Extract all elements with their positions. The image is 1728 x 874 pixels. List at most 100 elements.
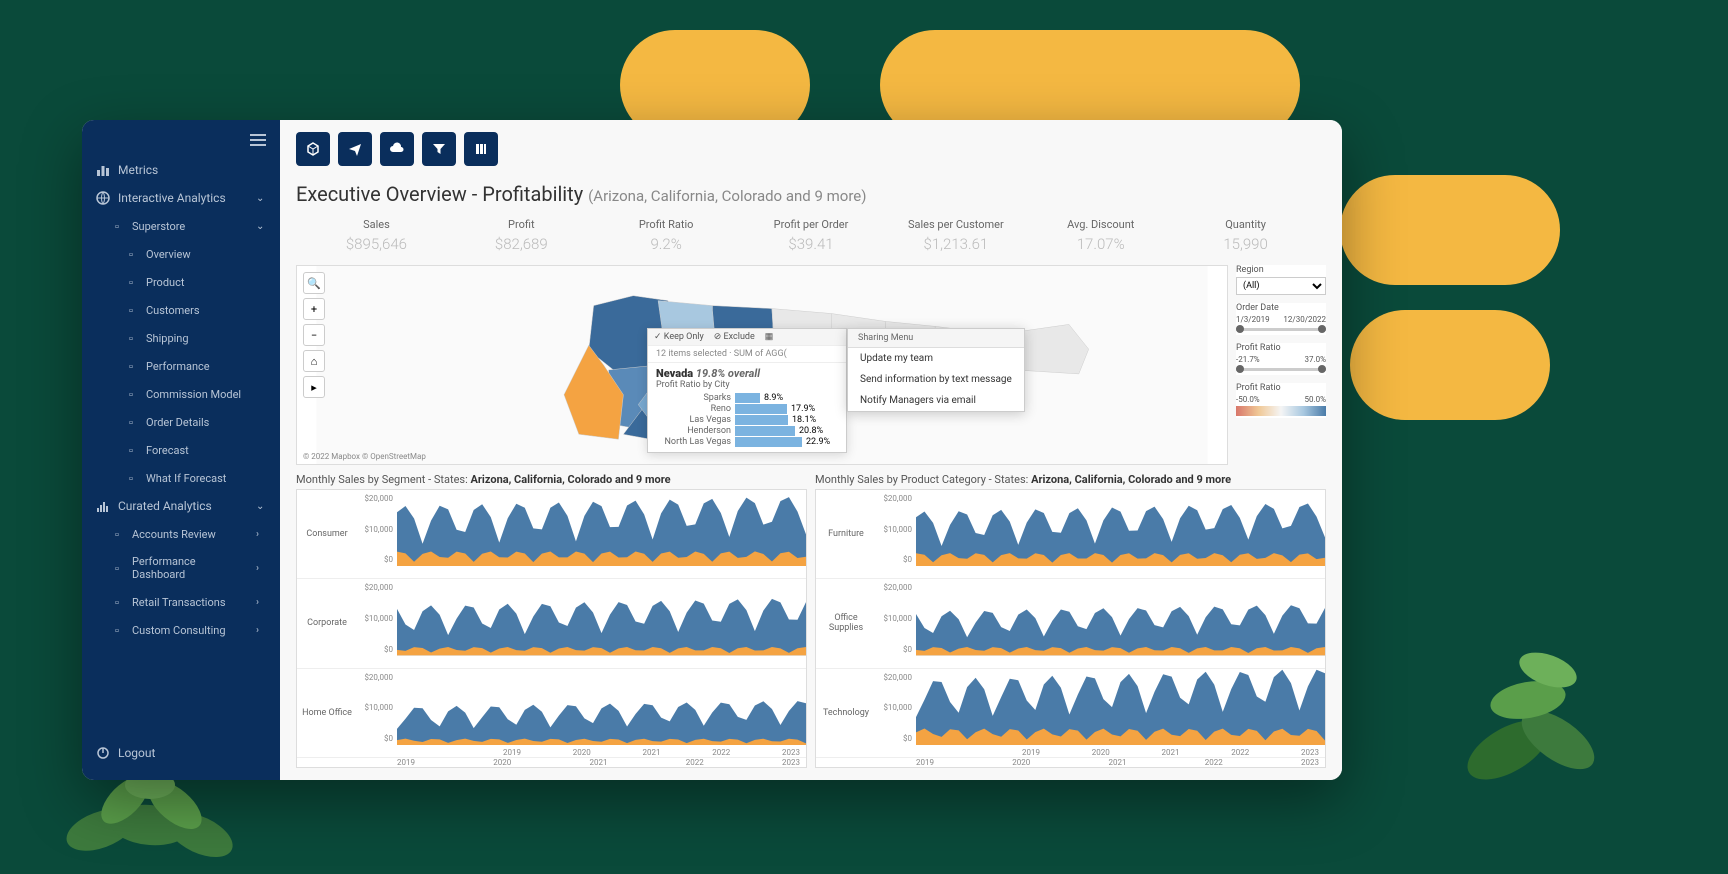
segment-charts: Monthly Sales by Segment - States: Arizo… xyxy=(296,473,807,768)
sharing-option[interactable]: Notify Managers via email xyxy=(848,390,1024,411)
page-title: Executive Overview - Profitability (Ariz… xyxy=(296,182,1326,206)
folder-icon: ▫ xyxy=(110,219,124,233)
kpi-row: Sales$895,646Profit$82,689Profit Ratio 9.… xyxy=(296,214,1326,257)
filter-button[interactable] xyxy=(422,132,456,166)
kpi-profit: Profit$82,689 xyxy=(449,218,594,253)
logout-label: Logout xyxy=(118,746,155,760)
y-axis: $20,000$10,000$0 xyxy=(876,669,916,757)
chevron-right-icon: › xyxy=(256,597,266,608)
cube-button[interactable] xyxy=(296,132,330,166)
nav-performance-dashboard[interactable]: ▫Performance Dashboard› xyxy=(82,548,280,588)
color-legend xyxy=(1236,406,1326,416)
area-chart: 20192020202120222023 xyxy=(397,669,806,757)
nav-accounts-review[interactable]: ▫Accounts Review› xyxy=(82,520,280,548)
map-panel[interactable]: 🔍 + − ⌂ ▸ xyxy=(296,265,1228,465)
x-axis: 20192020202120222023 xyxy=(816,758,1325,767)
y-axis: $20,000$10,000$0 xyxy=(876,579,916,667)
nav-interactive-analytics[interactable]: Interactive Analytics ⌄ xyxy=(82,184,280,212)
nav-performance[interactable]: ▫Performance xyxy=(82,352,280,380)
kpi-sales: Sales$895,646 xyxy=(304,218,449,253)
nav-label: Commission Model xyxy=(146,388,266,401)
nav-shipping[interactable]: ▫Shipping xyxy=(82,324,280,352)
nav-what-if-forecast[interactable]: ▫What If Forecast xyxy=(82,464,280,492)
order-date-label: Order Date xyxy=(1236,303,1326,313)
nav-superstore[interactable]: ▫ Superstore ⌄ xyxy=(82,212,280,240)
nav-overview[interactable]: ▫Overview xyxy=(82,240,280,268)
nav-label: Performance Dashboard xyxy=(132,555,248,581)
region-select[interactable]: (All) xyxy=(1236,277,1326,295)
sharing-option[interactable]: Send information by text message xyxy=(848,369,1024,390)
nav-commission-model[interactable]: ▫ Commission Model xyxy=(82,380,280,408)
sheet-icon: ▫ xyxy=(110,623,124,637)
tooltip-subtitle: Profit Ratio by City xyxy=(656,380,838,390)
nav-label: Curated Analytics xyxy=(118,499,248,513)
expand-button[interactable]: ▸ xyxy=(303,376,325,398)
app-window: Metrics Interactive Analytics ⌄ ▫ Supers… xyxy=(82,120,1342,780)
nav-product[interactable]: ▫Product xyxy=(82,268,280,296)
chevron-down-icon: ⌄ xyxy=(256,193,266,204)
chart-title-left: Monthly Sales by Segment - States: Arizo… xyxy=(296,473,807,486)
grid-icon[interactable]: ▦ xyxy=(765,332,774,342)
chart-panel-home-office: Home Office$20,000$10,000$02019202020212… xyxy=(297,669,806,758)
filters-panel: Region (All) Order Date 1/3/201912/30/20… xyxy=(1236,265,1326,465)
x-axis: 20192020202120222023 xyxy=(297,758,806,767)
cloud-button[interactable] xyxy=(380,132,414,166)
chevron-down-icon: ⌄ xyxy=(256,501,266,512)
profit-ratio-label: Profit Ratio xyxy=(1236,343,1326,353)
kpi-value: 15,990 xyxy=(1173,235,1318,253)
nav-label: Order Details xyxy=(146,416,266,429)
menu-toggle-icon[interactable] xyxy=(250,134,266,146)
chevron-down-icon: ⌄ xyxy=(256,221,266,232)
send-button[interactable] xyxy=(338,132,372,166)
map-attribution: © 2022 Mapbox © OpenStreetMap xyxy=(303,452,426,461)
kpi-quantity: Quantity15,990 xyxy=(1173,218,1318,253)
kpi-label: Profit Ratio xyxy=(594,218,739,231)
chevron-right-icon: › xyxy=(256,529,266,540)
chart-panel-corporate: Corporate$20,000$10,000$0 xyxy=(297,579,806,668)
chart-title-right: Monthly Sales by Product Category - Stat… xyxy=(815,473,1326,486)
x-axis: 20192020202120222023 xyxy=(1016,748,1325,757)
area-chart xyxy=(916,579,1325,667)
nav-customers[interactable]: ▫Customers xyxy=(82,296,280,324)
ratio-slider[interactable] xyxy=(1236,368,1326,371)
zoom-out-button[interactable]: − xyxy=(303,324,325,346)
panel-label: Corporate xyxy=(297,579,357,667)
panel-label: Consumer xyxy=(297,490,357,578)
sheet-icon: ▫ xyxy=(110,527,124,541)
kpi-avg.-discount: Avg. Discount17.07% xyxy=(1028,218,1173,253)
sidebar: Metrics Interactive Analytics ⌄ ▫ Supers… xyxy=(82,120,280,780)
nav-label: Performance xyxy=(146,360,266,373)
date-slider[interactable] xyxy=(1236,328,1326,331)
chart-icon xyxy=(96,499,110,513)
search-button[interactable]: 🔍 xyxy=(303,272,325,294)
nav-forecast[interactable]: ▫Forecast xyxy=(82,436,280,464)
kpi-label: Profit xyxy=(449,218,594,231)
sheet-icon: ▫ xyxy=(124,275,138,289)
exclude-button[interactable]: ⊘ Exclude xyxy=(714,332,755,342)
kpi-sales-per-customer: Sales per Customer$1,213.61 xyxy=(883,218,1028,253)
nav-label: Customers xyxy=(146,304,266,317)
logout-button[interactable]: Logout xyxy=(82,736,280,770)
chart-panel-furniture: Furniture$20,000$10,000$0 xyxy=(816,490,1325,579)
toolbar xyxy=(280,120,1342,178)
nav-label: Custom Consulting xyxy=(132,624,248,637)
nav-order-details[interactable]: ▫Order Details xyxy=(82,408,280,436)
sharing-option[interactable]: Update my team xyxy=(848,348,1024,369)
kpi-value: $1,213.61 xyxy=(883,235,1028,253)
nav-label: Interactive Analytics xyxy=(118,191,248,205)
keep-only-button[interactable]: ✓ Keep Only xyxy=(654,332,704,342)
region-label: Region xyxy=(1236,265,1326,275)
sheet-icon: ▫ xyxy=(124,331,138,345)
nav-retail-transactions[interactable]: ▫Retail Transactions› xyxy=(82,588,280,616)
area-chart xyxy=(397,490,806,578)
nav-custom-consulting[interactable]: ▫Custom Consulting› xyxy=(82,616,280,644)
zoom-in-button[interactable]: + xyxy=(303,298,325,320)
sheet-icon: ▫ xyxy=(124,387,138,401)
nav-label: Overview xyxy=(146,248,266,261)
home-button[interactable]: ⌂ xyxy=(303,350,325,372)
columns-button[interactable] xyxy=(464,132,498,166)
kpi-value: $39.41 xyxy=(739,235,884,253)
nav-curated-analytics[interactable]: Curated Analytics ⌄ xyxy=(82,492,280,520)
kpi-value: 9.2% xyxy=(594,235,739,253)
nav-metrics[interactable]: Metrics xyxy=(82,156,280,184)
